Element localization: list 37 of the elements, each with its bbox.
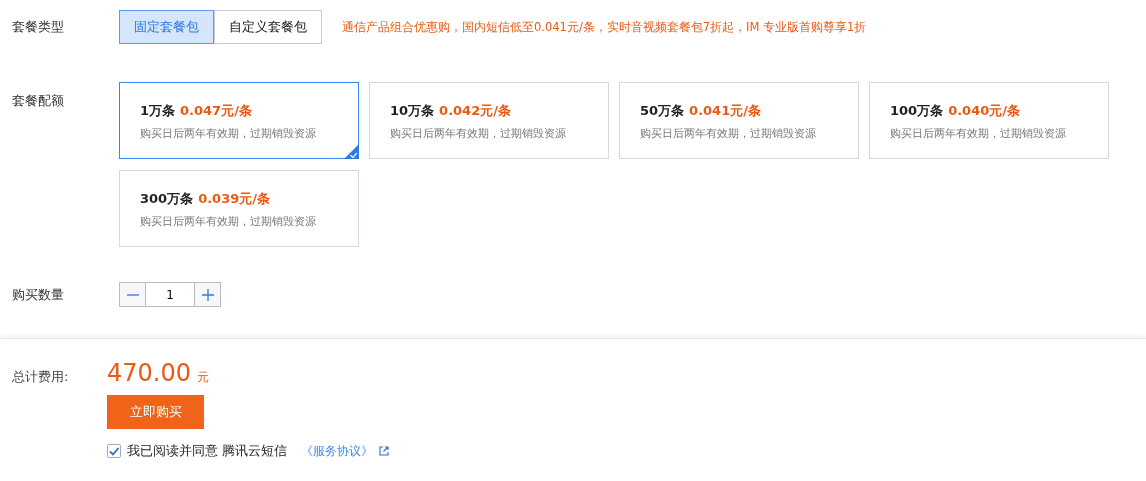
quota-card[interactable]: 50万条 0.041元/条 购买日后两年有效期，过期销毁资源 <box>619 82 859 159</box>
quota-amount: 50万条 <box>640 102 685 120</box>
field-label: 购买数量 <box>12 285 65 304</box>
quota-price: 0.039元/条 <box>198 190 270 208</box>
quota-card[interactable]: 100万条 0.040元/条 购买日后两年有效期，过期销毁资源 <box>869 82 1109 159</box>
decrement-button[interactable] <box>119 282 146 307</box>
quota-note: 购买日后两年有效期，过期销毁资源 <box>890 126 1067 141</box>
quota-amount: 1万条 <box>140 102 176 120</box>
quota-price: 0.041元/条 <box>689 102 761 120</box>
quota-card[interactable]: 1万条 0.047元/条 购买日后两年有效期，过期销毁资源 <box>119 82 359 159</box>
quota-note: 购买日后两年有效期，过期销毁资源 <box>640 126 817 141</box>
quota-amount: 300万条 <box>140 190 194 208</box>
quota-price: 0.047元/条 <box>180 102 252 120</box>
agreement-checkbox[interactable] <box>107 444 121 458</box>
field-label: 套餐类型 <box>12 18 65 36</box>
quota-note: 购买日后两年有效期，过期销毁资源 <box>140 126 317 141</box>
quota-amount: 100万条 <box>890 102 944 120</box>
total-label: 总计费用: <box>12 368 70 386</box>
increment-button[interactable] <box>194 282 221 307</box>
currency-unit: 元 <box>197 369 209 386</box>
quota-card[interactable]: 10万条 0.042元/条 购买日后两年有效期，过期销毁资源 <box>369 82 609 159</box>
quota-amount: 10万条 <box>390 102 435 120</box>
package-type-tab[interactable]: 自定义套餐包 <box>214 10 322 44</box>
quota-note: 购买日后两年有效期，过期销毁资源 <box>390 126 567 141</box>
promo-text: 通信产品组合优惠购，国内短信低至0.041元/条，实时音视频套餐包7折起，IM 专业版首购尊享1折 <box>342 19 867 35</box>
total-price: 470.00 <box>107 359 191 387</box>
plus-icon <box>201 288 214 301</box>
agreement-text: 我已阅读并同意 腾讯云短信 <box>127 442 288 460</box>
quantity-field[interactable]: 1 <box>146 282 194 307</box>
quota-note: 购买日后两年有效期，过期销毁资源 <box>140 214 317 229</box>
field-label: 套餐配额 <box>12 92 65 110</box>
quota-card[interactable]: 300万条 0.039元/条 购买日后两年有效期，过期销毁资源 <box>119 170 359 247</box>
check-corner-icon <box>344 144 359 159</box>
external-link-icon <box>379 446 390 456</box>
service-agreement-link[interactable]: 《服务协议》 <box>301 442 374 460</box>
quota-price: 0.040元/条 <box>948 102 1020 120</box>
quota-price: 0.042元/条 <box>439 102 511 120</box>
